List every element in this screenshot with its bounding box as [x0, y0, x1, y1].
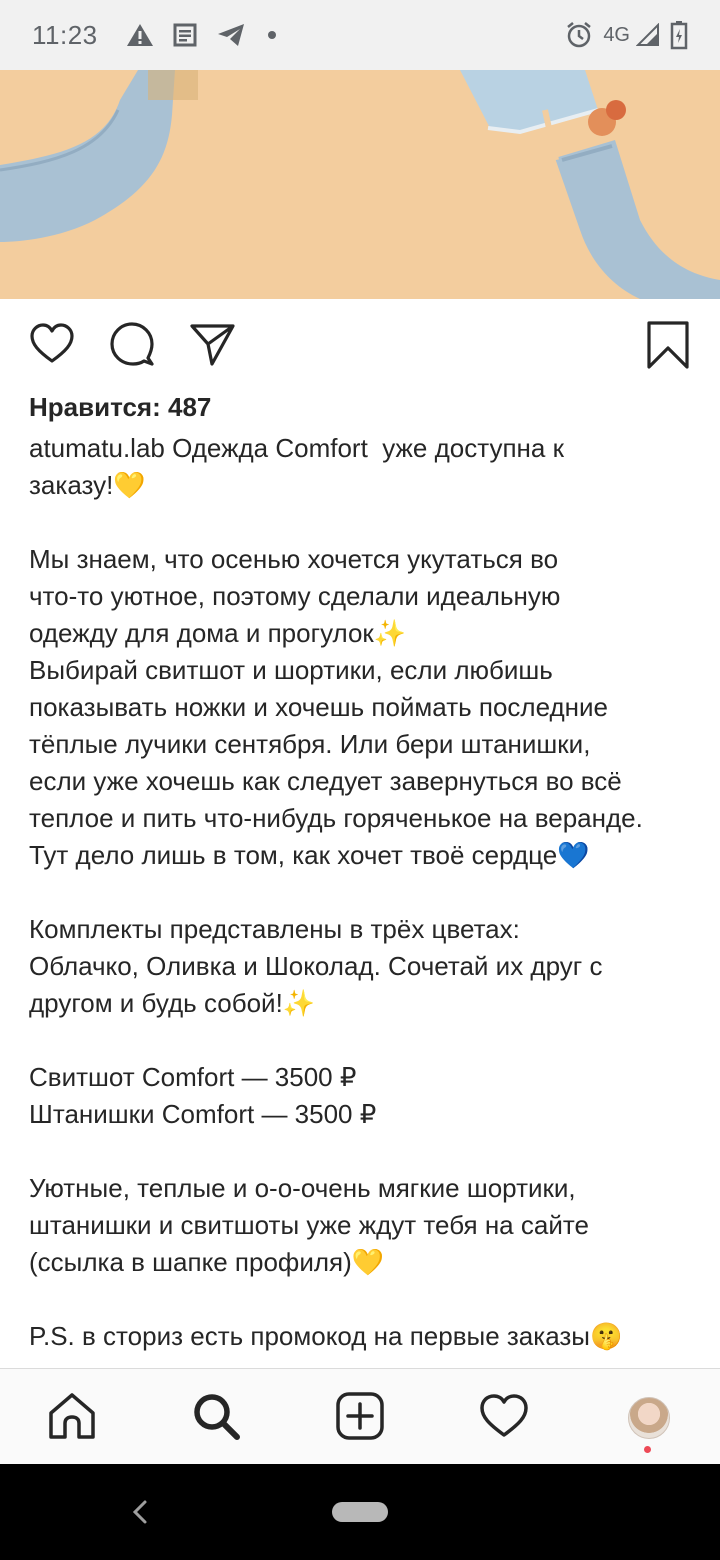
back-icon[interactable]: [130, 1498, 150, 1531]
share-icon[interactable]: [188, 320, 236, 373]
activity-icon[interactable]: [479, 1391, 529, 1446]
profile-notification-dot: [644, 1446, 651, 1453]
status-right: 4G: [565, 20, 688, 50]
post-actions: [0, 300, 720, 390]
telegram-icon: [216, 22, 246, 48]
post-caption: atumatu.lab Одежда Comfort уже доступна …: [29, 430, 701, 1355]
comment-icon[interactable]: [108, 320, 156, 373]
battery-icon: [670, 20, 688, 50]
likes-count[interactable]: Нравится: 487: [29, 390, 211, 424]
status-time: 11:23: [32, 19, 98, 50]
network-type: 4G: [603, 23, 630, 46]
post-username[interactable]: atumatu.lab: [29, 433, 165, 463]
bookmark-icon[interactable]: [646, 320, 690, 375]
home-gesture-pill[interactable]: [332, 1502, 388, 1522]
like-icon[interactable]: [28, 320, 76, 373]
system-nav-bar: [0, 1464, 720, 1560]
alarm-icon: [565, 21, 593, 49]
bottom-nav: [0, 1368, 720, 1465]
home-icon[interactable]: [47, 1391, 97, 1446]
post-photo-art: [0, 70, 720, 299]
status-left: 11:23: [32, 20, 276, 51]
post-photo[interactable]: [0, 70, 720, 299]
profile-avatar[interactable]: [628, 1397, 670, 1439]
signal-icon: [636, 23, 660, 47]
new-post-icon[interactable]: [335, 1391, 385, 1446]
notification-dot-icon: [267, 31, 276, 39]
search-icon[interactable]: [191, 1391, 241, 1446]
warning-icon: [126, 22, 154, 48]
news-icon: [172, 22, 198, 48]
caption-text: Одежда Comfort уже доступна к заказу!💛 М…: [29, 433, 643, 1351]
status-bar: 11:23 4G: [0, 0, 720, 70]
